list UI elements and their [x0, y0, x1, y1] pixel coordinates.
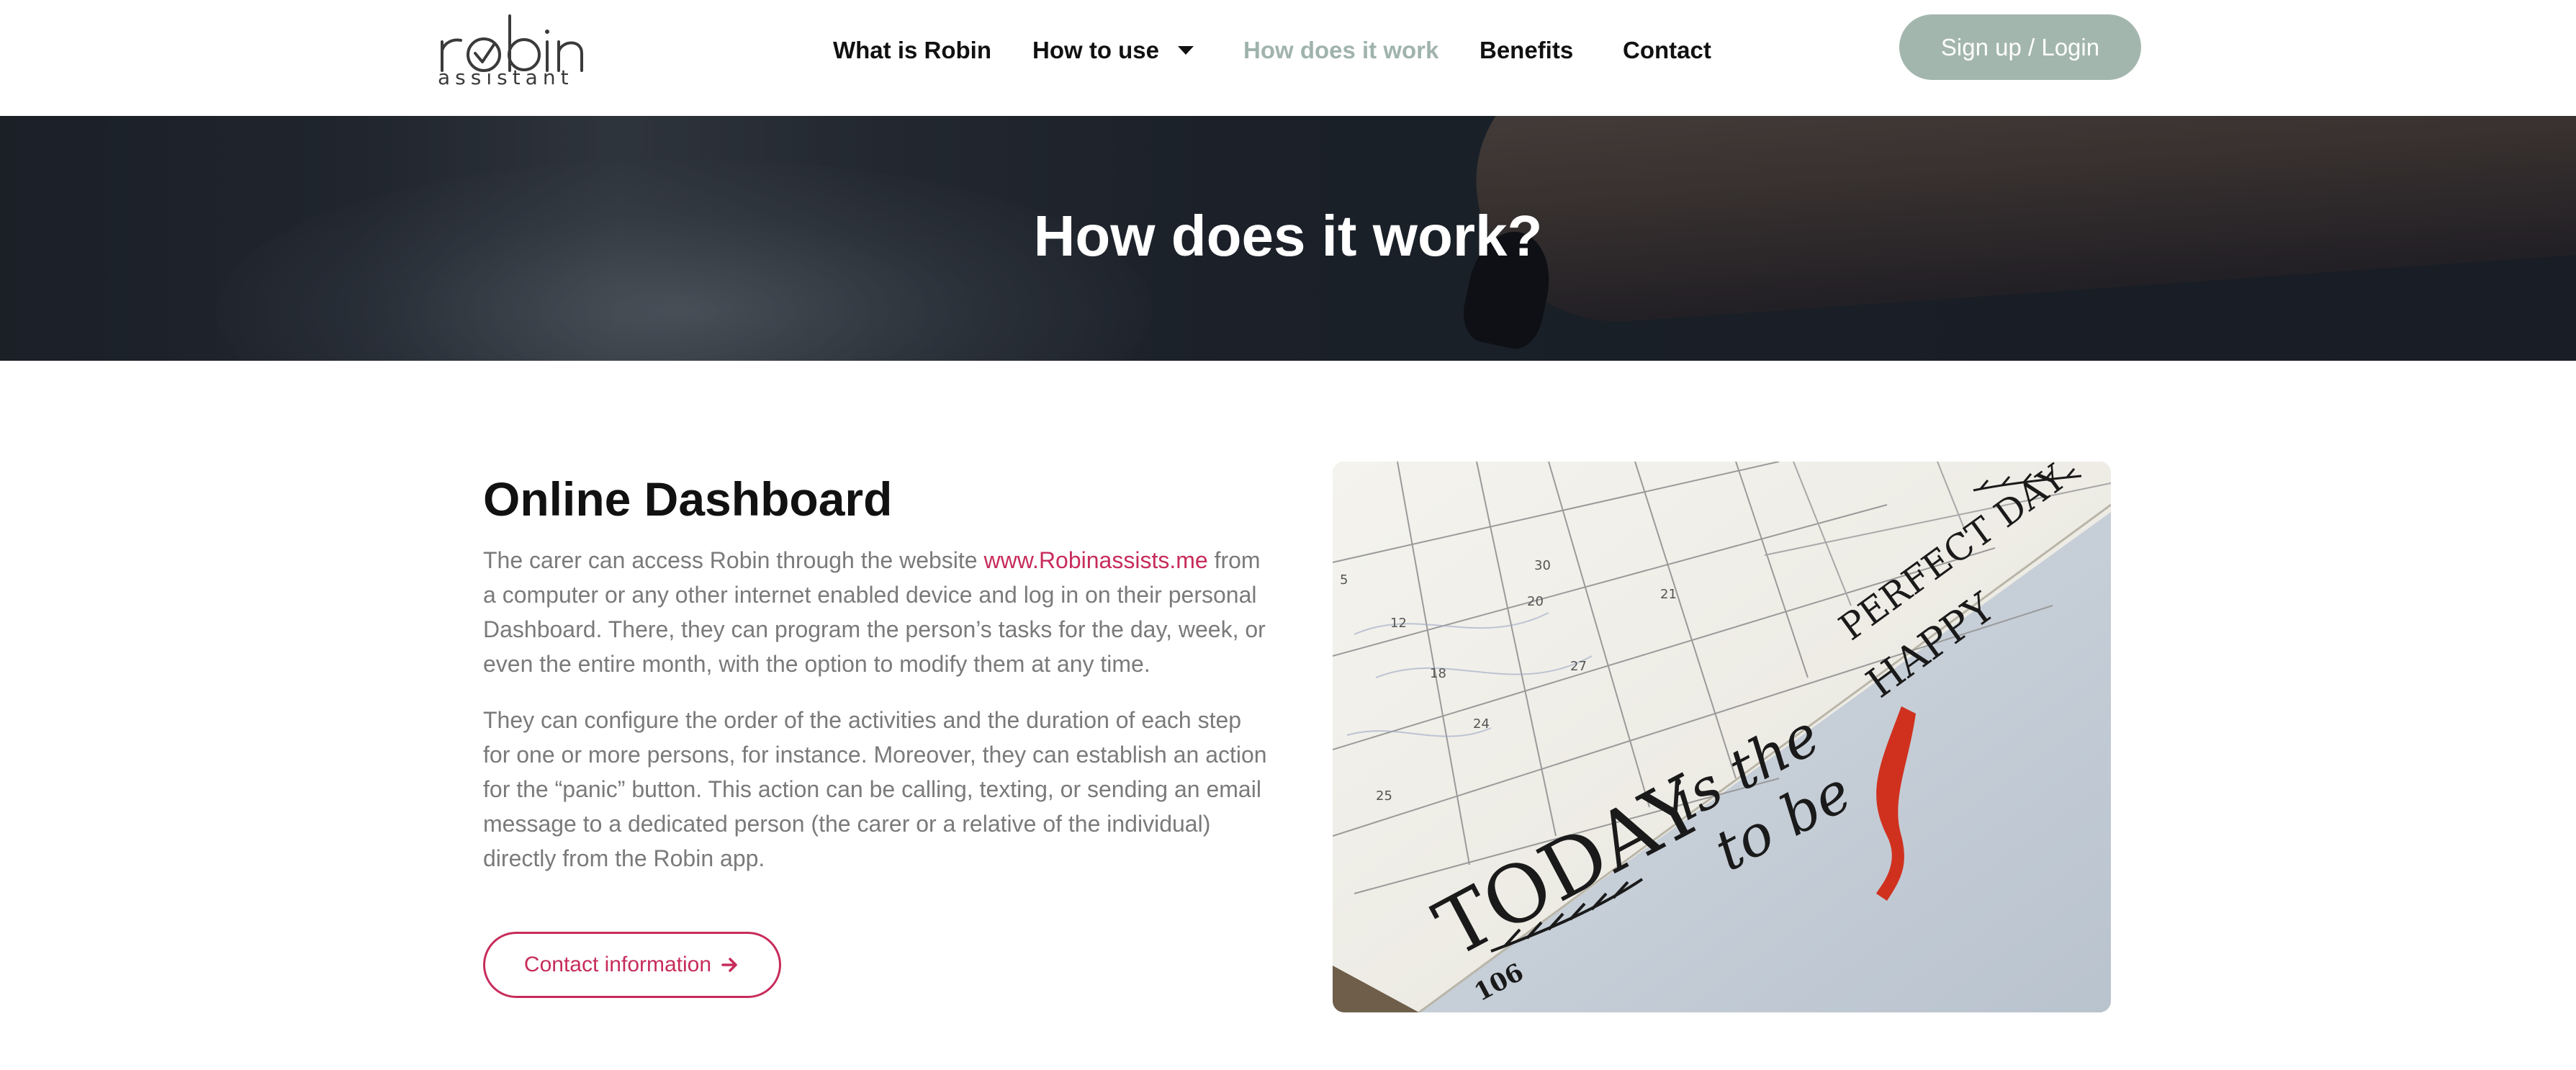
nav-how-does-it-work[interactable]: How does it work	[1243, 33, 1438, 68]
page-title: How does it work?	[1033, 204, 1543, 268]
nav-contact[interactable]: Contact	[1623, 33, 1711, 68]
paragraph-dashboard-access: The carer can access Robin through the w…	[483, 543, 1271, 681]
hero-banner: How does it work?	[0, 116, 2576, 361]
contact-information-button[interactable]: Contact information	[483, 932, 781, 998]
arrow-right-icon	[720, 955, 740, 975]
calendar-day-5: 5	[1340, 572, 1348, 588]
caret-down-icon[interactable]	[1178, 46, 1194, 55]
planner-photo: 5 12 18 20 21 24 25 27 30 TODAY is the t…	[1333, 462, 2111, 1012]
sign-up-login-button[interactable]: Sign up / Login	[1899, 14, 2141, 80]
nav-what-is-robin[interactable]: What is Robin	[833, 33, 991, 68]
nav-how-to-use[interactable]: How to use	[1032, 33, 1194, 68]
robin-assistant-logo[interactable]: assistant	[438, 10, 585, 91]
calendar-day-12: 12	[1390, 616, 1407, 631]
online-dashboard-section: Online Dashboard The carer can access Ro…	[483, 469, 1271, 897]
calendar-day-18: 18	[1430, 666, 1446, 681]
nav-benefits[interactable]: Benefits	[1480, 33, 1573, 68]
nav-how-to-use-label: How to use	[1032, 37, 1160, 63]
contact-button-label: Contact information	[523, 953, 712, 976]
section-title: Online Dashboard	[483, 472, 893, 526]
calendar-day-30: 30	[1534, 558, 1551, 573]
paragraph-configuration: They can configure the order of the acti…	[483, 707, 1267, 871]
paragraph-text: The carer can access Robin through the w…	[483, 547, 984, 573]
calendar-day-27: 27	[1570, 659, 1587, 674]
site-header: assistant What is Robin How to use How d…	[0, 0, 2576, 116]
logo-subtitle: assistant	[438, 66, 574, 89]
calendar-day-24: 24	[1473, 716, 1490, 732]
planner-illustration: 5 12 18 20 21 24 25 27 30 TODAY is the t…	[1333, 462, 2111, 1012]
calendar-day-25: 25	[1376, 788, 1392, 804]
calendar-day-21: 21	[1660, 587, 1677, 602]
robinassists-link[interactable]: www.Robinassists.me	[983, 547, 1207, 573]
calendar-day-20: 20	[1527, 594, 1544, 609]
